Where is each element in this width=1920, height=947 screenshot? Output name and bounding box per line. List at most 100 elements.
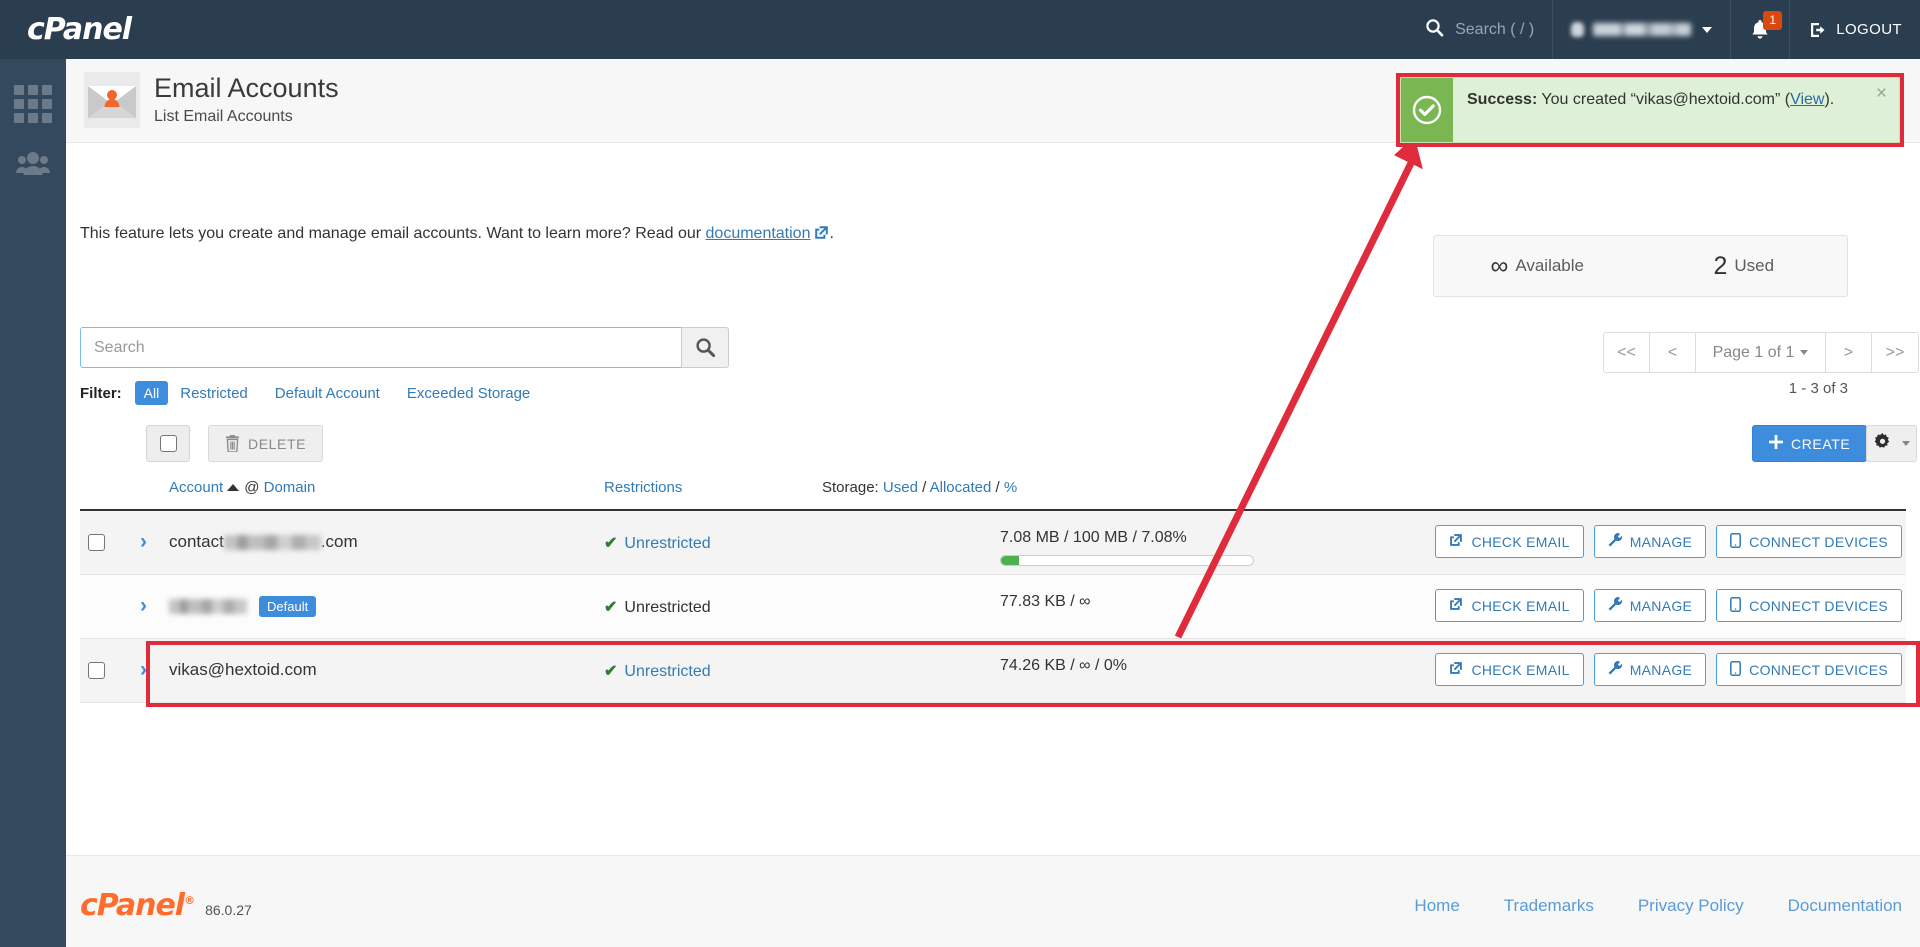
delete-button[interactable]: DELETE: [208, 425, 324, 462]
storage-used-link[interactable]: Used: [883, 479, 918, 496]
filter-option-exceeded-storage[interactable]: Exceeded Storage: [407, 385, 530, 402]
footer-link-home[interactable]: Home: [1414, 896, 1459, 916]
filter-option-restricted[interactable]: Restricted: [180, 385, 248, 402]
mobile-device-icon: [1730, 660, 1742, 679]
sort-ascending-icon: [227, 484, 240, 491]
row-checkbox[interactable]: [88, 662, 105, 679]
success-text: You created “vikas@hextoid.com” (: [1537, 91, 1791, 108]
search-row: [80, 327, 729, 368]
pagination-last[interactable]: >>: [1872, 333, 1918, 372]
filter-option-all[interactable]: All: [134, 381, 169, 405]
notifications-button[interactable]: 1: [1730, 0, 1789, 59]
manage-button[interactable]: MANAGE: [1593, 653, 1707, 686]
cpanel-logo[interactable]: cPanel: [27, 14, 132, 45]
restriction-label[interactable]: Unrestricted: [624, 663, 710, 680]
column-header-account[interactable]: Account @ Domain: [169, 479, 315, 496]
default-account-badge: Default: [259, 596, 317, 617]
table-row[interactable]: › Default ✔ Unrestricted 77.83 KB / ∞ CHE…: [80, 575, 1906, 639]
connect-devices-button[interactable]: CONNECT DEVICES: [1716, 653, 1902, 686]
user-menu[interactable]: [1552, 0, 1730, 59]
restriction-status: ✔ Unrestricted: [604, 661, 711, 681]
success-message: Success: You created “vikas@hextoid.com”…: [1453, 78, 1876, 142]
connect-devices-button[interactable]: CONNECT DEVICES: [1716, 589, 1902, 622]
create-button[interactable]: CREATE: [1752, 425, 1868, 462]
connect-devices-label: CONNECT DEVICES: [1749, 597, 1888, 614]
stat-available: ∞ Available: [1434, 236, 1641, 296]
table-row[interactable]: › contact .com ✔ Unrestricted 7.08 MB / 10…: [80, 511, 1906, 575]
pagination-first[interactable]: <<: [1604, 333, 1650, 372]
description-tail: .: [829, 225, 834, 242]
cpanel-footer-logo: cPanel®: [80, 888, 195, 923]
manage-label: MANAGE: [1629, 533, 1693, 550]
settings-dropdown-button[interactable]: [1866, 425, 1917, 462]
row-actions: CHECK EMAIL MANAGE CONNECT DEVICES: [1435, 525, 1902, 558]
close-icon[interactable]: ×: [1876, 78, 1899, 142]
account-name-suffix: .com: [320, 532, 358, 551]
check-email-button[interactable]: CHECK EMAIL: [1435, 653, 1584, 686]
account-name-visible: vikas@hextoid.com: [169, 660, 317, 679]
table-row[interactable]: › vikas@hextoid.com ✔ Unrestricted 74.26 …: [80, 639, 1906, 703]
storage-percent-link[interactable]: %: [1004, 479, 1017, 496]
storage-sep-2: /: [995, 479, 1000, 496]
quota-stats-box: ∞ Available 2 Used: [1433, 235, 1848, 297]
pagination-next[interactable]: >: [1826, 333, 1872, 372]
check-circle-icon: [1401, 78, 1453, 142]
filter-row: Filter: All Restricted Default Account E…: [80, 381, 557, 405]
sidebar-item-user-manager[interactable]: [0, 135, 66, 197]
bell-icon: 1: [1749, 10, 1783, 42]
expand-row-chevron-icon[interactable]: ›: [140, 659, 147, 681]
row-actions: CHECK EMAIL MANAGE CONNECT DEVICES: [1435, 653, 1902, 686]
pagination-page-dropdown[interactable]: Page 1 of 1: [1696, 333, 1826, 372]
wrench-icon: [1608, 533, 1622, 550]
success-strong-label: Success:: [1467, 91, 1538, 108]
mobile-device-icon: [1730, 532, 1742, 551]
column-header-restrictions[interactable]: Restrictions: [604, 479, 682, 496]
expand-row-chevron-icon[interactable]: ›: [140, 531, 147, 553]
chevron-down-icon: [1800, 350, 1809, 355]
global-search[interactable]: Search ( / ): [1407, 0, 1552, 59]
view-link[interactable]: View: [1790, 91, 1824, 108]
restriction-status: ✔ Unrestricted: [604, 597, 711, 617]
search-placeholder-text: Search ( / ): [1455, 20, 1535, 38]
used-label: Used: [1734, 256, 1775, 275]
success-tail: ).: [1824, 91, 1835, 108]
check-icon: ✔: [604, 599, 618, 616]
expand-row-chevron-icon[interactable]: ›: [140, 595, 147, 617]
pagination-prev[interactable]: <: [1650, 333, 1696, 372]
account-name-redacted: [169, 599, 247, 614]
storage-usage-text: 74.26 KB / ∞ / 0%: [1000, 657, 1128, 674]
check-email-button[interactable]: CHECK EMAIL: [1435, 589, 1584, 622]
success-notification-annotated: Success: You created “vikas@hextoid.com”…: [1396, 73, 1904, 147]
mobile-device-icon: [1730, 596, 1742, 615]
search-submit-button[interactable]: [681, 327, 729, 368]
footer-link-privacy-policy[interactable]: Privacy Policy: [1638, 896, 1744, 916]
search-input[interactable]: [80, 327, 681, 368]
at-symbol: @: [244, 479, 260, 496]
sidebar-item-apps[interactable]: [0, 73, 66, 135]
search-icon: [695, 338, 715, 358]
account-name-visible: contact: [169, 532, 224, 551]
available-label: Available: [1515, 256, 1584, 275]
checkbox-icon: [159, 435, 177, 452]
connect-devices-button[interactable]: CONNECT DEVICES: [1716, 525, 1902, 558]
pagination-page-label: Page 1 of 1: [1712, 343, 1795, 361]
restriction-label[interactable]: Unrestricted: [624, 535, 710, 552]
footer-link-documentation[interactable]: Documentation: [1788, 896, 1902, 916]
logout-label: LOGOUT: [1836, 21, 1902, 38]
logout-button[interactable]: LOGOUT: [1789, 0, 1920, 59]
manage-button[interactable]: MANAGE: [1593, 589, 1707, 622]
documentation-link[interactable]: documentation: [706, 225, 811, 242]
row-checkbox[interactable]: [88, 534, 105, 551]
feature-description: This feature lets you create and manage …: [80, 225, 834, 245]
storage-usage-text: 7.08 MB / 100 MB / 7.08%: [1000, 529, 1187, 546]
account-name-redacted: [223, 534, 321, 550]
footer-link-trademarks[interactable]: Trademarks: [1504, 896, 1594, 916]
external-link-icon: [1449, 533, 1463, 550]
check-email-button[interactable]: CHECK EMAIL: [1435, 525, 1584, 558]
row-actions: CHECK EMAIL MANAGE CONNECT DEVICES: [1435, 589, 1902, 622]
manage-button[interactable]: MANAGE: [1593, 525, 1707, 558]
account-name: contact .com: [169, 532, 358, 552]
filter-option-default-account[interactable]: Default Account: [275, 385, 380, 402]
select-all-checkbox[interactable]: [146, 425, 190, 462]
storage-allocated-link[interactable]: Allocated: [930, 479, 992, 496]
